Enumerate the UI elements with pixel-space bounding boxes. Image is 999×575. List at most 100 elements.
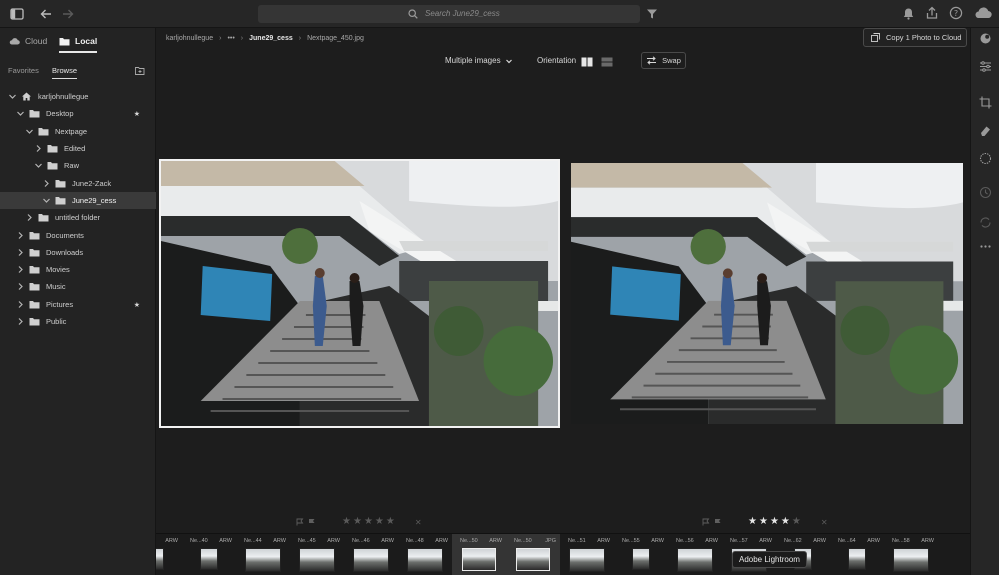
- sync-icon[interactable]: [979, 216, 992, 229]
- view-mode-dropdown[interactable]: Multiple images: [445, 56, 513, 65]
- star-icon[interactable]: ★: [770, 517, 779, 527]
- star-icon[interactable]: ★: [792, 517, 801, 527]
- thumbnail-image: [893, 548, 929, 572]
- star-rating-left[interactable]: ★ ★ ★ ★ ★: [342, 517, 395, 527]
- folder-tree-item[interactable]: Desktop ★: [0, 105, 156, 122]
- forward-arrow-icon[interactable]: [60, 6, 76, 22]
- folder-icon: [55, 179, 66, 188]
- filmstrip-thumbnail[interactable]: Ne...55 ARW: [614, 534, 668, 575]
- chevron-right-icon[interactable]: [16, 265, 25, 274]
- cloud-status-icon[interactable]: [973, 6, 993, 20]
- thumbnail-filename: Ne...46: [352, 538, 370, 544]
- star-icon[interactable]: ★: [759, 517, 768, 527]
- star-icon[interactable]: ★: [748, 517, 757, 527]
- folder-tree-item[interactable]: Nextpage: [0, 123, 156, 140]
- chevron-right-icon[interactable]: [42, 179, 51, 188]
- folder-tree-item[interactable]: Public: [0, 313, 156, 330]
- search-input[interactable]: Search June29_cess: [258, 5, 640, 23]
- add-folder-icon[interactable]: [135, 66, 145, 76]
- filmstrip-thumbnail[interactable]: Ne...46 ARW: [344, 534, 398, 575]
- orientation-control: Orientation: [537, 56, 576, 65]
- filmstrip-thumbnail[interactable]: Ne...51 ARW: [560, 534, 614, 575]
- crop-icon[interactable]: [979, 96, 992, 109]
- folder-tree-item[interactable]: untitled folder: [0, 209, 156, 226]
- tab-browse[interactable]: Browse: [52, 66, 78, 79]
- clear-rating-icon[interactable]: ✕: [821, 518, 828, 527]
- tab-cloud[interactable]: Cloud: [9, 34, 47, 48]
- side-by-side-layout-icon[interactable]: [581, 57, 593, 67]
- copy-to-cloud-button[interactable]: Copy 1 Photo to Cloud: [863, 28, 967, 47]
- chevron-right-icon[interactable]: [16, 282, 25, 291]
- star-icon[interactable]: ★: [386, 517, 395, 527]
- filmstrip-thumbnail[interactable]: Ne...39ARW: [156, 534, 182, 575]
- chevron-right-icon[interactable]: [16, 317, 25, 326]
- masking-icon[interactable]: [979, 152, 992, 165]
- tab-favorites[interactable]: Favorites: [8, 66, 39, 75]
- clear-rating-icon[interactable]: ✕: [415, 518, 422, 527]
- folder-tree-item[interactable]: Movies: [0, 261, 156, 278]
- folder-tree-item[interactable]: June29_cess: [0, 191, 156, 210]
- star-icon[interactable]: ★: [342, 517, 351, 527]
- chevron-down-icon[interactable]: [42, 196, 51, 205]
- orientation-label: Orientation: [537, 56, 577, 65]
- more-icon[interactable]: [979, 240, 992, 253]
- folder-tree-item[interactable]: Downloads: [0, 244, 156, 261]
- compare-photo-candidate[interactable]: [571, 163, 963, 424]
- share-icon[interactable]: [925, 6, 939, 20]
- reject-flag-icon[interactable]: [714, 518, 722, 526]
- help-icon[interactable]: ?: [949, 6, 963, 20]
- filmstrip-thumbnail[interactable]: Ne...58 ARW: [884, 534, 938, 575]
- stacked-layout-icon[interactable]: [601, 57, 613, 67]
- chevron-down-icon[interactable]: [8, 92, 17, 101]
- chevron-right-icon[interactable]: [25, 213, 34, 222]
- chevron-right-icon[interactable]: [16, 231, 25, 240]
- back-arrow-icon[interactable]: [38, 6, 54, 22]
- favorite-star-icon[interactable]: ★: [134, 110, 140, 118]
- eraser-icon[interactable]: [979, 124, 992, 137]
- filmstrip-thumbnail[interactable]: Ne...48 ARW: [398, 534, 452, 575]
- star-rating-right[interactable]: ★ ★ ★ ★ ★: [748, 517, 801, 527]
- star-icon[interactable]: ★: [375, 517, 384, 527]
- compare-photo-select[interactable]: [159, 159, 560, 428]
- notifications-bell-icon[interactable]: [902, 7, 915, 20]
- breadcrumb-current-folder[interactable]: June29_cess: [249, 35, 293, 42]
- folder-tree-item[interactable]: June2-Zack: [0, 174, 156, 191]
- chevron-right-icon[interactable]: [34, 144, 43, 153]
- thumbnail-image: [569, 548, 605, 572]
- folder-tree-item[interactable]: Raw: [0, 157, 156, 174]
- star-icon[interactable]: ★: [353, 517, 362, 527]
- sliders-icon[interactable]: [979, 60, 992, 73]
- favorite-star-icon[interactable]: ★: [134, 301, 140, 309]
- folder-icon: [59, 37, 70, 46]
- breadcrumb-root[interactable]: karljohnullegue: [166, 35, 213, 42]
- star-icon[interactable]: ★: [364, 517, 373, 527]
- filmstrip-thumbnail[interactable]: Ne...64 ARW: [830, 534, 884, 575]
- folder-tree-item[interactable]: Edited: [0, 140, 156, 157]
- chevron-down-icon[interactable]: [34, 161, 43, 170]
- folder-tree-item[interactable]: karljohnullegue: [0, 88, 156, 105]
- breadcrumb-ellipsis[interactable]: •••: [227, 35, 234, 42]
- chevron-right-icon[interactable]: [16, 300, 25, 309]
- history-icon[interactable]: [979, 186, 992, 199]
- edit-circle-icon[interactable]: [979, 32, 992, 45]
- reject-flag-icon[interactable]: [308, 518, 316, 526]
- chevron-down-icon[interactable]: [16, 109, 25, 118]
- filter-icon[interactable]: [646, 8, 658, 20]
- filmstrip-thumbnail[interactable]: Ne...56 ARW: [668, 534, 722, 575]
- swap-button[interactable]: Swap: [641, 52, 686, 69]
- chevron-right-icon[interactable]: [16, 248, 25, 257]
- panel-toggle-icon[interactable]: [9, 6, 25, 22]
- filmstrip-thumbnail[interactable]: Ne...45 ARW: [290, 534, 344, 575]
- pick-flag-icon[interactable]: [296, 518, 304, 526]
- folder-tree-item[interactable]: Documents: [0, 226, 156, 243]
- folder-tree-item[interactable]: Pictures ★: [0, 296, 156, 313]
- filmstrip-thumbnail[interactable]: Ne...50 ARW: [452, 534, 506, 575]
- pick-flag-icon[interactable]: [702, 518, 710, 526]
- tab-local[interactable]: Local: [59, 34, 98, 53]
- filmstrip-thumbnail[interactable]: Ne...50 JPG: [506, 534, 560, 575]
- filmstrip-thumbnail[interactable]: Ne...44 ARW: [236, 534, 290, 575]
- filmstrip-thumbnail[interactable]: Ne...40 ARW: [182, 534, 236, 575]
- star-icon[interactable]: ★: [781, 517, 790, 527]
- chevron-down-icon[interactable]: [25, 127, 34, 136]
- folder-tree-item[interactable]: Music: [0, 278, 156, 295]
